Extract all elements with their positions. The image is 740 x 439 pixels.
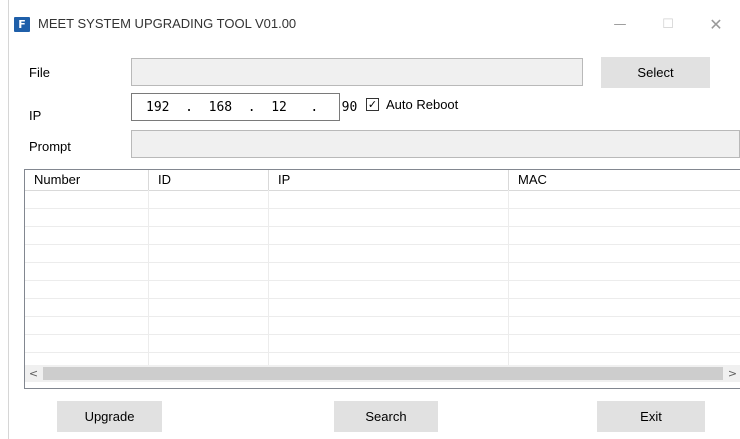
minimize-button[interactable]: — bbox=[600, 10, 640, 38]
prompt-label: Prompt bbox=[29, 139, 71, 154]
column-header-mac[interactable]: MAC bbox=[509, 170, 740, 190]
column-header-number[interactable]: Number bbox=[25, 170, 149, 190]
exit-button[interactable]: Exit bbox=[597, 401, 705, 432]
column-header-id[interactable]: ID bbox=[149, 170, 269, 190]
table-header: Number ID IP MAC bbox=[25, 170, 740, 191]
left-edge-partial-window bbox=[0, 0, 10, 439]
checkmark-icon: ✓ bbox=[367, 98, 378, 111]
select-button[interactable]: Select bbox=[601, 57, 710, 88]
ip-label: IP bbox=[29, 108, 42, 123]
maximize-button[interactable]: ☐ bbox=[648, 10, 688, 38]
close-button[interactable]: ✕ bbox=[696, 10, 736, 38]
app-icon: F bbox=[14, 17, 30, 32]
file-label: File bbox=[29, 65, 50, 80]
file-path-field[interactable] bbox=[131, 58, 583, 86]
scroll-right-arrow-icon[interactable]: > bbox=[724, 365, 740, 382]
close-icon: ✕ bbox=[709, 14, 723, 34]
minimize-icon: — bbox=[613, 16, 627, 32]
upgrade-button[interactable]: Upgrade bbox=[57, 401, 162, 432]
search-button[interactable]: Search bbox=[334, 401, 438, 432]
window-title: MEET SYSTEM UPGRADING TOOL V01.00 bbox=[38, 16, 297, 31]
scrollbar-thumb[interactable] bbox=[43, 367, 723, 380]
auto-reboot-label[interactable]: Auto Reboot bbox=[386, 97, 458, 112]
device-list-table[interactable]: Number ID IP MAC < > bbox=[24, 169, 740, 389]
maximize-icon: ☐ bbox=[662, 16, 674, 32]
horizontal-scrollbar[interactable]: < > bbox=[25, 365, 740, 382]
ip-address-input[interactable]: 192 . 168 . 12 . 90 bbox=[131, 93, 357, 121]
auto-reboot-checkbox[interactable]: ✓ bbox=[366, 98, 379, 111]
column-header-ip[interactable]: IP bbox=[269, 170, 509, 190]
scroll-left-arrow-icon[interactable]: < bbox=[25, 365, 42, 382]
prompt-field bbox=[131, 130, 740, 158]
